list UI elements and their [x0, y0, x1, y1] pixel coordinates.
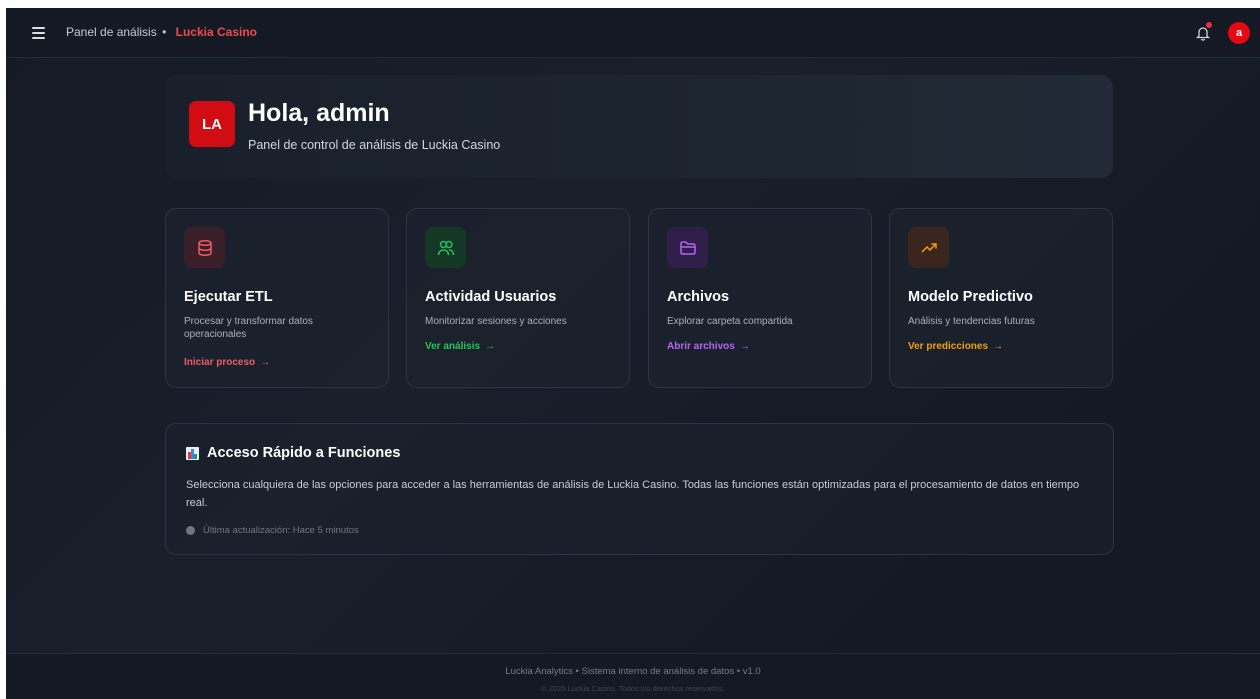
quick-access-title: Acceso Rápido a Funciones [186, 445, 400, 461]
quick-access-description: Selecciona cualquiera de las opciones pa… [186, 479, 1080, 509]
arrow-right-icon: → [260, 357, 271, 368]
quick-access-panel: Acceso Rápido a Funciones Selecciona cua… [165, 423, 1114, 555]
user-avatar[interactable]: a [1228, 22, 1250, 44]
footer-copyright: © 2025 Luckia Casino. Todos los derechos… [541, 684, 725, 693]
last-updated: Última actualización: Hace 5 minutos [186, 525, 359, 536]
card-description: Análisis y tendencias futuras [908, 316, 1035, 327]
greeting-subtitle: Panel de control de análisis de Luckia C… [248, 138, 501, 152]
card-actividad-usuarios[interactable]: Actividad Usuarios Monitorizar sesiones … [406, 208, 630, 388]
app-logo: LA [189, 101, 235, 147]
welcome-banner: LA Hola, admin Panel de control de análi… [165, 75, 1113, 178]
view-predictions-link[interactable]: Ver predicciones → [908, 341, 1003, 352]
folder-icon [667, 227, 708, 268]
card-modelo-predictivo[interactable]: Modelo Predictivo Análisis y tendencias … [889, 208, 1113, 388]
clock-icon [186, 526, 195, 535]
brand-name[interactable]: Luckia Casino [176, 25, 257, 39]
bar-chart-icon [186, 446, 199, 460]
breadcrumb: Panel de análisis • Luckia Casino [66, 25, 257, 39]
notifications-bell-icon[interactable] [1195, 22, 1212, 41]
card-action-label: Abrir archivos [667, 341, 735, 352]
card-title: Archivos [667, 289, 730, 305]
menu-icon[interactable] [32, 27, 46, 39]
card-title: Modelo Predictivo [908, 289, 1033, 305]
quick-access-title-text: Acceso Rápido a Funciones [207, 445, 401, 461]
breadcrumb-label: Panel de análisis [66, 25, 157, 39]
card-description: Monitorizar sesiones y acciones [425, 316, 567, 327]
card-action-label: Iniciar proceso [184, 357, 256, 368]
card-title: Ejecutar ETL [184, 289, 273, 305]
arrow-right-icon: → [993, 341, 1004, 352]
start-process-link[interactable]: Iniciar proceso → [184, 357, 270, 368]
arrow-right-icon: → [485, 341, 496, 352]
database-icon [184, 227, 225, 268]
open-files-link[interactable]: Abrir archivos → [667, 341, 750, 352]
card-action-label: Ver análisis [425, 341, 481, 352]
card-description: Explorar carpeta compartida [667, 316, 793, 327]
breadcrumb-separator: • [162, 25, 167, 39]
notification-dot [1206, 22, 1212, 28]
view-analysis-link[interactable]: Ver análisis → [425, 341, 495, 352]
footer: Luckia Analytics • Sistema interno de an… [6, 653, 1260, 699]
arrow-right-icon: → [739, 341, 750, 352]
card-action-label: Ver predicciones [908, 341, 989, 352]
trending-up-icon [908, 227, 949, 268]
card-description: Procesar y transformar datos operacional… [184, 316, 313, 340]
footer-info: Luckia Analytics • Sistema interno de an… [505, 666, 761, 677]
card-archivos[interactable]: Archivos Explorar carpeta compartida Abr… [648, 208, 872, 388]
app-window: Panel de análisis • Luckia Casino a LA H… [6, 8, 1260, 699]
greeting-title: Hola, admin [248, 99, 390, 127]
top-bar: Panel de análisis • Luckia Casino a [6, 8, 1260, 58]
card-title: Actividad Usuarios [425, 289, 557, 305]
card-ejecutar-etl[interactable]: Ejecutar ETL Procesar y transformar dato… [165, 208, 389, 388]
users-icon [425, 227, 466, 268]
last-updated-text: Última actualización: Hace 5 minutos [203, 525, 359, 536]
